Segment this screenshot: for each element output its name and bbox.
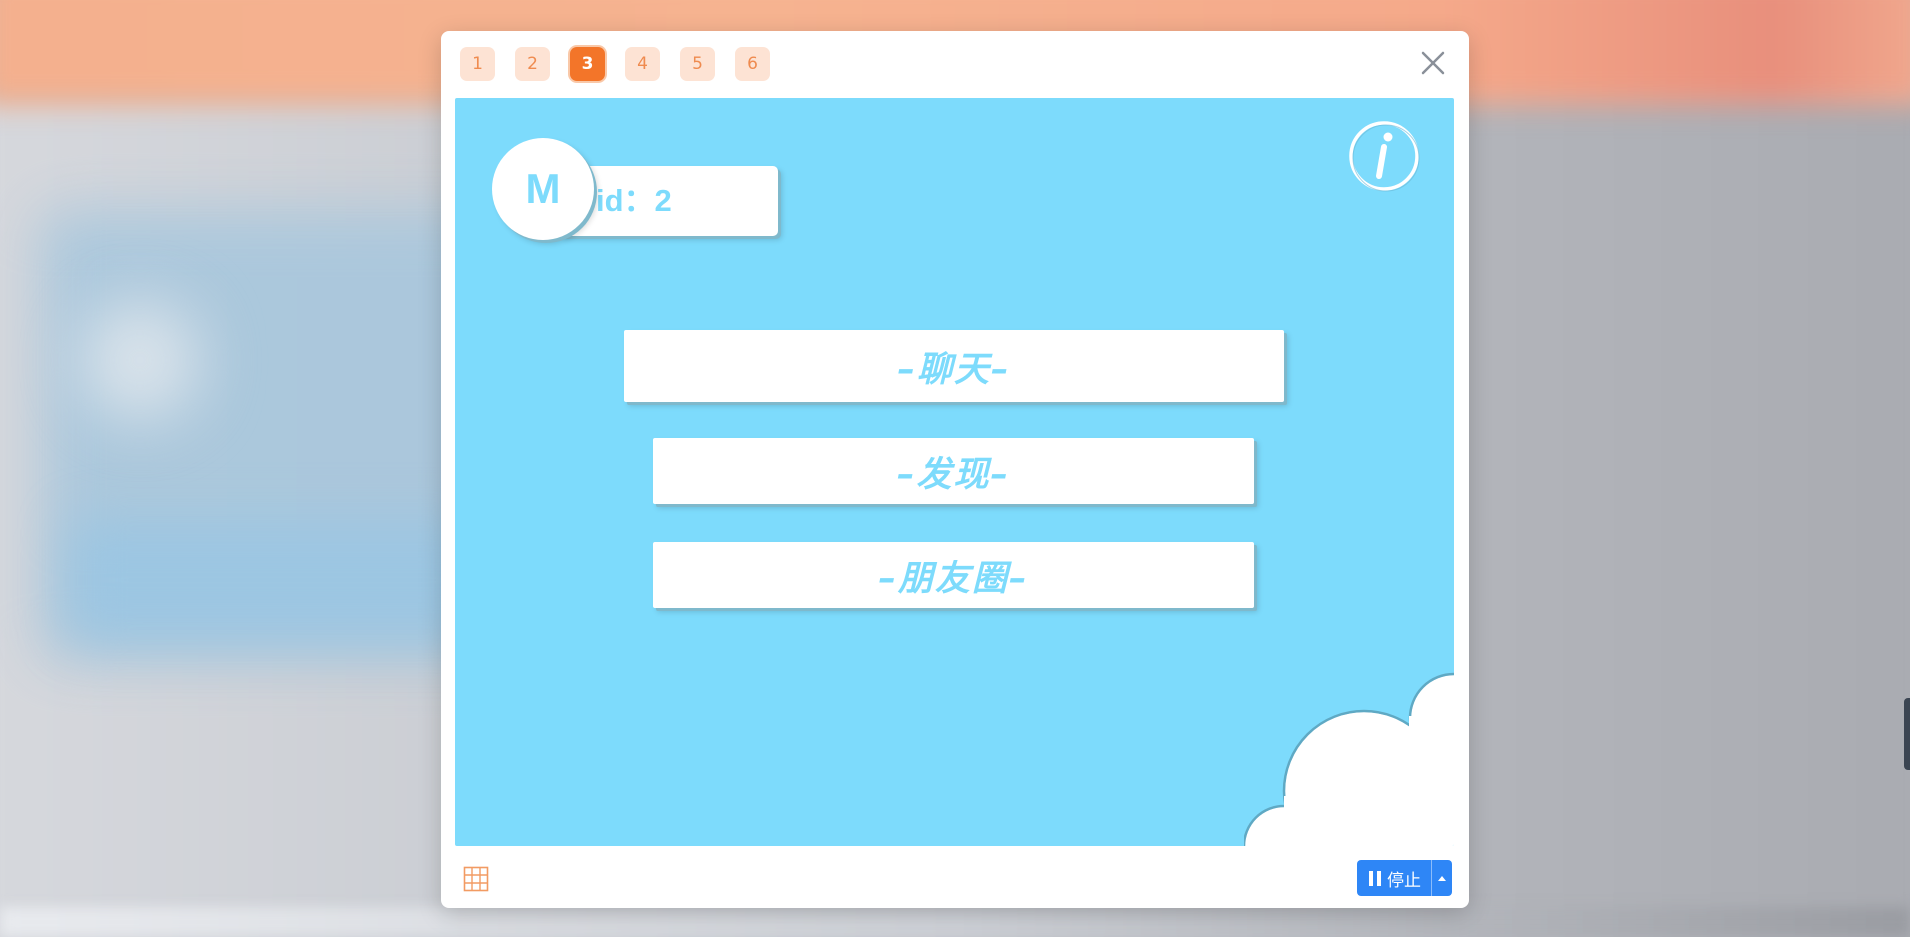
avatar-letter: M — [525, 165, 561, 212]
page-tab-1[interactable]: 1 — [460, 47, 495, 81]
background-avatar — [80, 300, 200, 420]
page-tab-2[interactable]: 2 — [515, 47, 550, 81]
stop-label: 停止 — [1387, 870, 1421, 891]
stop-button[interactable]: 停止 — [1357, 860, 1431, 896]
page-tab-5[interactable]: 5 — [680, 47, 715, 81]
user-id-label: id：2 — [596, 183, 672, 218]
side-handle[interactable] — [1904, 698, 1910, 770]
grid-button[interactable] — [463, 866, 489, 892]
avatar: M — [492, 138, 594, 240]
background-footer — [0, 907, 1910, 937]
moments-button[interactable]: –朋友圈– — [653, 542, 1254, 608]
profile-card: id：2 M — [492, 138, 792, 248]
cloud-decoration — [1244, 672, 1454, 846]
page-tab-4[interactable]: 4 — [625, 47, 660, 81]
caret-up-icon — [1438, 875, 1446, 881]
pause-icon — [1369, 870, 1381, 886]
grid-icon — [463, 866, 489, 892]
page-tab-3[interactable]: 3 — [570, 47, 605, 81]
playback-control: 停止 — [1357, 860, 1452, 896]
discover-button[interactable]: –发现– — [653, 438, 1254, 504]
app-stage: id：2 M –聊天– –发现– –朋友圈– — [455, 98, 1454, 846]
close-button[interactable] — [1415, 45, 1451, 81]
chat-button[interactable]: –聊天– — [624, 330, 1284, 402]
info-button[interactable] — [1348, 120, 1420, 192]
playback-menu-toggle[interactable] — [1431, 860, 1452, 896]
page-tab-6[interactable]: 6 — [735, 47, 770, 81]
page-tabs: 1 2 3 4 5 6 — [460, 47, 770, 81]
preview-dialog: 1 2 3 4 5 6 id：2 M –聊天– –发现– –朋友圈– 停止 — [441, 31, 1469, 908]
close-icon — [1421, 51, 1445, 75]
background-panel-lower — [70, 520, 490, 640]
info-icon — [1349, 121, 1420, 192]
